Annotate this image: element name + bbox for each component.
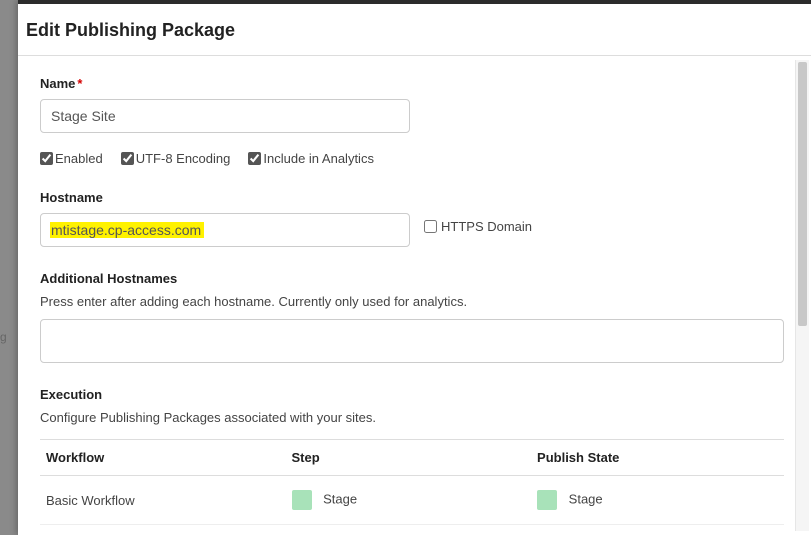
table-row: Basic Workflow Stage Stage: [40, 476, 784, 525]
step-swatch-icon: [292, 490, 312, 510]
required-asterisk: *: [77, 76, 82, 91]
additional-hostnames-input[interactable]: [40, 319, 784, 363]
execution-table: Workflow Step Publish State Basic Workfl…: [40, 439, 784, 525]
edit-publishing-package-modal: Edit Publishing Package Name* Enabled UT…: [18, 0, 811, 535]
https-domain-checkbox-input[interactable]: [424, 220, 437, 233]
col-step: Step: [286, 440, 532, 476]
background-text-fragment: g: [0, 330, 7, 344]
cell-step-label: Stage: [323, 491, 357, 506]
col-workflow: Workflow: [40, 440, 286, 476]
utf8-checkbox[interactable]: UTF-8 Encoding: [121, 151, 231, 166]
additional-hostnames-helper: Press enter after adding each hostname. …: [40, 294, 789, 309]
utf8-label: UTF-8 Encoding: [136, 151, 231, 166]
cell-workflow: Basic Workflow: [40, 476, 286, 525]
enabled-label: Enabled: [55, 151, 103, 166]
name-input[interactable]: [40, 99, 410, 133]
state-swatch-icon: [537, 490, 557, 510]
modal-body: Name* Enabled UTF-8 Encoding Include in …: [18, 56, 811, 535]
scrollbar-thumb[interactable]: [798, 62, 807, 326]
utf8-checkbox-input[interactable]: [121, 152, 134, 165]
https-domain-label: HTTPS Domain: [441, 219, 532, 234]
cell-state-label: Stage: [569, 491, 603, 506]
cell-step: Stage: [286, 476, 532, 525]
cell-state: Stage: [531, 476, 784, 525]
name-label: Name*: [40, 76, 789, 91]
analytics-checkbox[interactable]: Include in Analytics: [248, 151, 374, 166]
analytics-label: Include in Analytics: [263, 151, 374, 166]
execution-helper: Configure Publishing Packages associated…: [40, 410, 789, 425]
https-domain-checkbox[interactable]: HTTPS Domain: [424, 219, 532, 234]
hostname-input[interactable]: [40, 213, 410, 247]
enabled-checkbox[interactable]: Enabled: [40, 151, 103, 166]
hostname-label: Hostname: [40, 190, 789, 205]
additional-hostnames-label: Additional Hostnames: [40, 271, 789, 286]
modal-title: Edit Publishing Package: [18, 4, 811, 55]
execution-label: Execution: [40, 387, 789, 402]
enabled-checkbox-input[interactable]: [40, 152, 53, 165]
scrollbar[interactable]: [795, 60, 809, 531]
analytics-checkbox-input[interactable]: [248, 152, 261, 165]
col-state: Publish State: [531, 440, 784, 476]
